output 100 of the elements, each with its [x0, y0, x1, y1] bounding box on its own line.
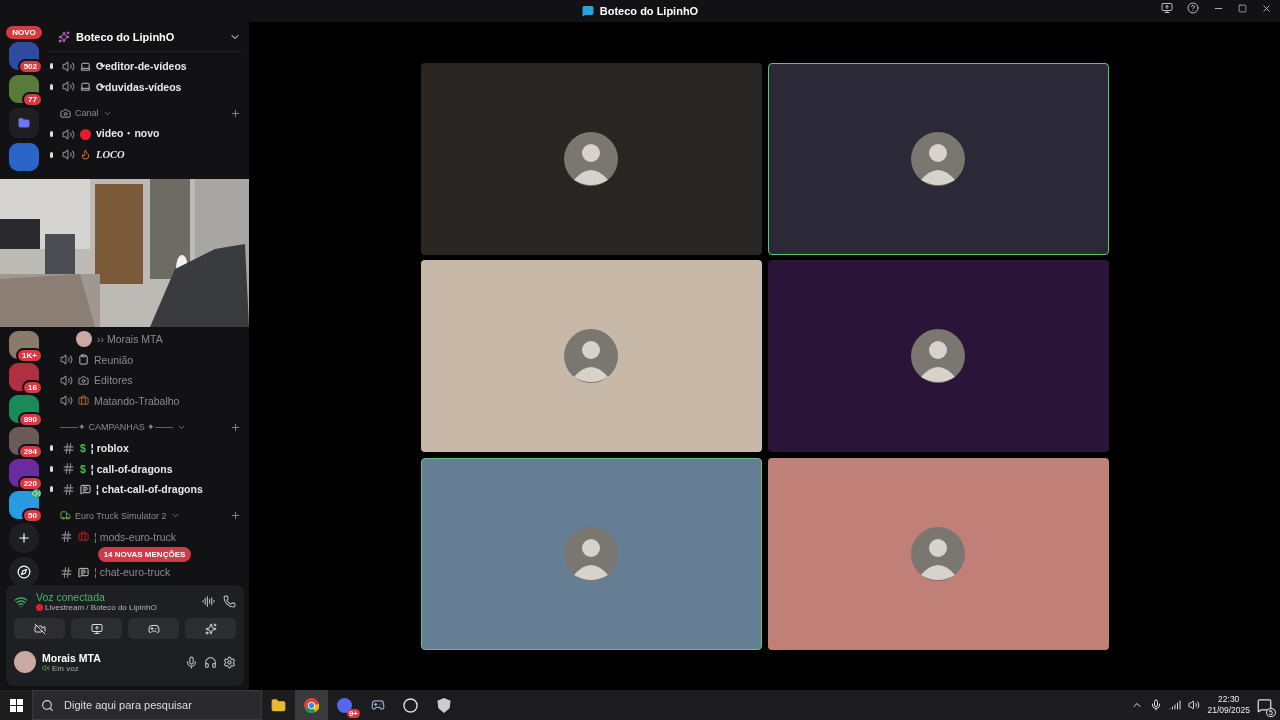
folder-icon: [18, 117, 30, 129]
mic-icon[interactable]: [1150, 699, 1163, 711]
unread-marker: [50, 465, 53, 472]
close-icon[interactable]: [1261, 2, 1272, 14]
hash-icon: [62, 462, 75, 476]
search-field[interactable]: Digite aqui para pesquisar: [62, 698, 261, 712]
avatar-icon: [911, 329, 965, 383]
add-channel-icon[interactable]: [230, 107, 241, 119]
network-icon[interactable]: [1169, 699, 1182, 711]
avatar-icon: [564, 329, 618, 383]
avatar-icon: [911, 526, 965, 581]
screen-icon[interactable]: [1161, 2, 1173, 14]
share-screen-button[interactable]: [71, 618, 122, 639]
channel-category[interactable]: ——✦ CAMPANHAS ✦——: [48, 416, 241, 438]
unread-badge: 50: [22, 508, 43, 523]
clipboard-icon: [78, 354, 89, 366]
video-tile[interactable]: [420, 62, 762, 255]
notification-badge: 9+: [346, 709, 360, 718]
compass-icon: [17, 565, 31, 579]
maximize-icon[interactable]: [1238, 3, 1247, 13]
activity-button[interactable]: [128, 618, 179, 639]
search-box[interactable]: Digite aqui para pesquisar: [32, 690, 262, 720]
video-tile[interactable]: [420, 457, 762, 650]
channel-item[interactable]: video・novo: [48, 124, 241, 145]
server-folder[interactable]: [9, 108, 39, 138]
user-name: Morais MTA: [42, 651, 102, 664]
settings-icon[interactable]: [223, 655, 236, 669]
avatar-icon: [911, 131, 965, 186]
unread-badge: 16: [22, 380, 43, 395]
avatar-icon: [564, 131, 618, 186]
briefcase-icon: [78, 531, 89, 543]
new-badge: NOVO: [6, 26, 42, 39]
chevron-icon: [170, 511, 180, 520]
channel-category[interactable]: Euro Truck Simulator 2: [48, 504, 241, 527]
discover-button[interactable]: [9, 557, 39, 585]
unread-badge: 220: [17, 476, 43, 491]
headphones-icon[interactable]: [204, 655, 217, 669]
unread-marker: [50, 445, 53, 452]
camera-icon: [60, 107, 71, 119]
mic-icon[interactable]: [185, 655, 198, 669]
video-tile[interactable]: [767, 260, 1109, 452]
voice-location[interactable]: Livestream / Boteco do LipinhO: [36, 603, 194, 612]
laptop-icon: [80, 81, 91, 93]
channel-item[interactable]: ¦ chat-euro-truck: [48, 562, 241, 583]
video-tile[interactable]: [767, 62, 1109, 255]
camera-off-icon: [33, 622, 46, 635]
voice-status: Voz conectada: [36, 591, 106, 603]
soundboard-button[interactable]: [185, 618, 236, 639]
add-channel-icon[interactable]: [230, 421, 241, 433]
disconnect-icon[interactable]: [223, 595, 236, 608]
speaker-icon: [62, 80, 75, 94]
camera-button[interactable]: [14, 618, 65, 639]
unread-marker: [50, 83, 53, 90]
chat-icon: [80, 483, 91, 495]
channel-item[interactable]: ⟳editor-de-vídeos: [48, 56, 241, 77]
channel-category[interactable]: Canal: [48, 102, 241, 124]
add-channel-icon[interactable]: [230, 510, 241, 521]
unread-badge: 77: [22, 92, 43, 107]
channel-item[interactable]: ¦ chat-call-of-dragons: [48, 479, 241, 500]
unread-marker: [50, 63, 53, 70]
help-icon[interactable]: [1187, 2, 1199, 14]
video-tile[interactable]: [420, 260, 762, 452]
browser-icon[interactable]: [295, 690, 328, 720]
add-server-button[interactable]: [9, 523, 39, 553]
hash-icon: [60, 565, 73, 579]
flame-icon: [80, 149, 91, 161]
voice-user[interactable]: ›› Morais MTA: [48, 329, 241, 350]
channel-item[interactable]: LOCO: [48, 144, 241, 165]
channel-item[interactable]: Reunião: [48, 349, 241, 370]
mentions-badge[interactable]: 14 NOVAS MENÇÕES: [97, 547, 192, 562]
server-header[interactable]: Boteco do LipinhO: [48, 22, 241, 52]
channel-item[interactable]: Matando-Trabalho: [48, 390, 241, 411]
speaker-icon: [62, 59, 75, 73]
speaker-icon: [60, 373, 73, 387]
unread-marker: [50, 151, 53, 158]
channel-item[interactable]: $ ¦ call-of-dragons: [48, 458, 241, 479]
channel-item[interactable]: Editores: [48, 370, 241, 391]
user-avatar[interactable]: [14, 651, 36, 673]
truck-icon: [60, 510, 71, 521]
screen-share-icon: [90, 622, 103, 635]
camera-icon: [78, 374, 89, 386]
channel-item[interactable]: $ ¦ roblox: [48, 438, 241, 459]
volume-icon[interactable]: [1188, 699, 1201, 711]
hash-icon: [60, 530, 73, 544]
unread-badge: 1K+: [16, 348, 43, 363]
hash-icon: [62, 441, 75, 455]
soundboard-icon[interactable]: [202, 595, 215, 608]
chat-icon: [78, 566, 89, 578]
channel-item[interactable]: ⟳duvidas-vídeos: [48, 76, 241, 97]
app-icon: [581, 5, 594, 17]
chat-app-button[interactable]: 9+: [328, 690, 361, 720]
laptop-icon: [80, 60, 91, 72]
briefcase-icon: [78, 395, 89, 407]
server-icon[interactable]: [9, 143, 39, 171]
video-tile[interactable]: [767, 457, 1109, 650]
clock[interactable]: 22:30 21/09/2025: [1207, 694, 1250, 716]
speaker-icon: [62, 148, 75, 162]
unread-badge: 890: [17, 412, 43, 427]
channel-item[interactable]: ¦ mods-euro-truck: [48, 526, 241, 547]
window-title: Boteco do LipinhO: [599, 5, 699, 17]
